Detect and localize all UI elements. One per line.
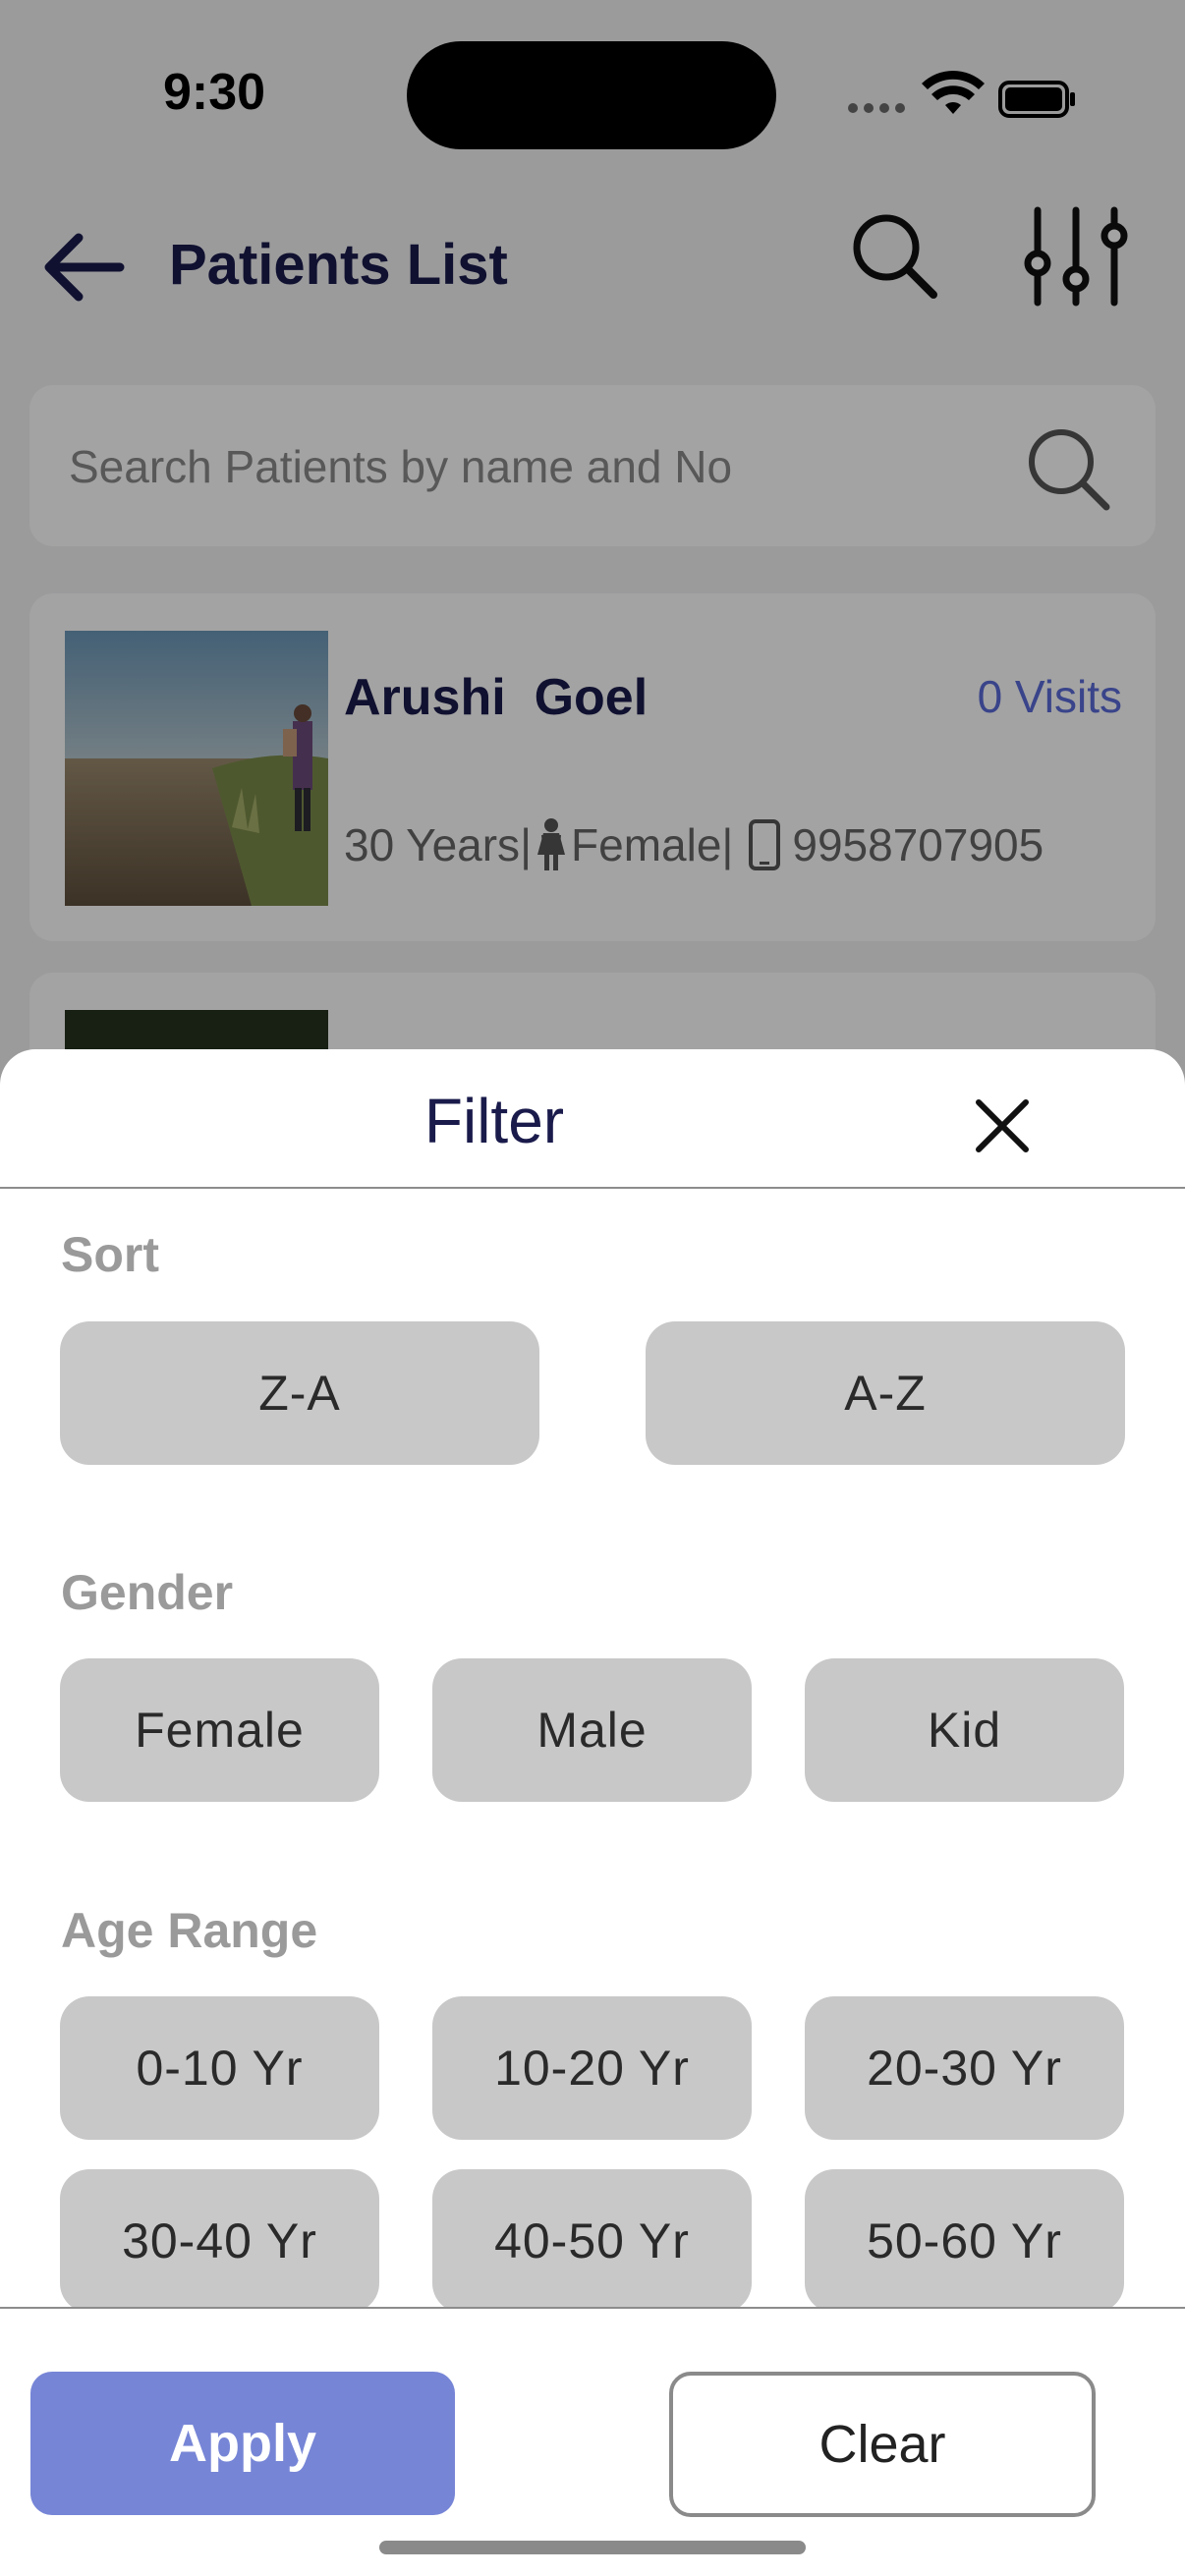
filter-title: Filter (423, 1086, 565, 1156)
gender-kid-chip[interactable]: Kid (805, 1658, 1124, 1802)
age-30-40-chip[interactable]: 30-40 Yr (60, 2169, 379, 2313)
gender-label: Gender (61, 1565, 234, 1620)
age-0-10-chip[interactable]: 0-10 Yr (60, 1996, 379, 2140)
age-40-50-chip[interactable]: 40-50 Yr (432, 2169, 752, 2313)
gender-female-chip[interactable]: Female (60, 1658, 379, 1802)
sort-label: Sort (61, 1227, 159, 1282)
divider (0, 2307, 1185, 2309)
sort-za-chip[interactable]: Z-A (60, 1321, 539, 1465)
age-10-20-chip[interactable]: 10-20 Yr (432, 1996, 752, 2140)
age-range-label: Age Range (61, 1903, 318, 1958)
divider (0, 1187, 1185, 1189)
gender-male-chip[interactable]: Male (432, 1658, 752, 1802)
age-50-60-chip[interactable]: 50-60 Yr (805, 2169, 1124, 2313)
age-20-30-chip[interactable]: 20-30 Yr (805, 1996, 1124, 2140)
clear-button[interactable]: Clear (669, 2372, 1096, 2517)
home-indicator[interactable] (379, 2541, 806, 2554)
sort-az-chip[interactable]: A-Z (646, 1321, 1125, 1465)
apply-button[interactable]: Apply (30, 2372, 455, 2515)
close-icon[interactable] (965, 1089, 1040, 1163)
